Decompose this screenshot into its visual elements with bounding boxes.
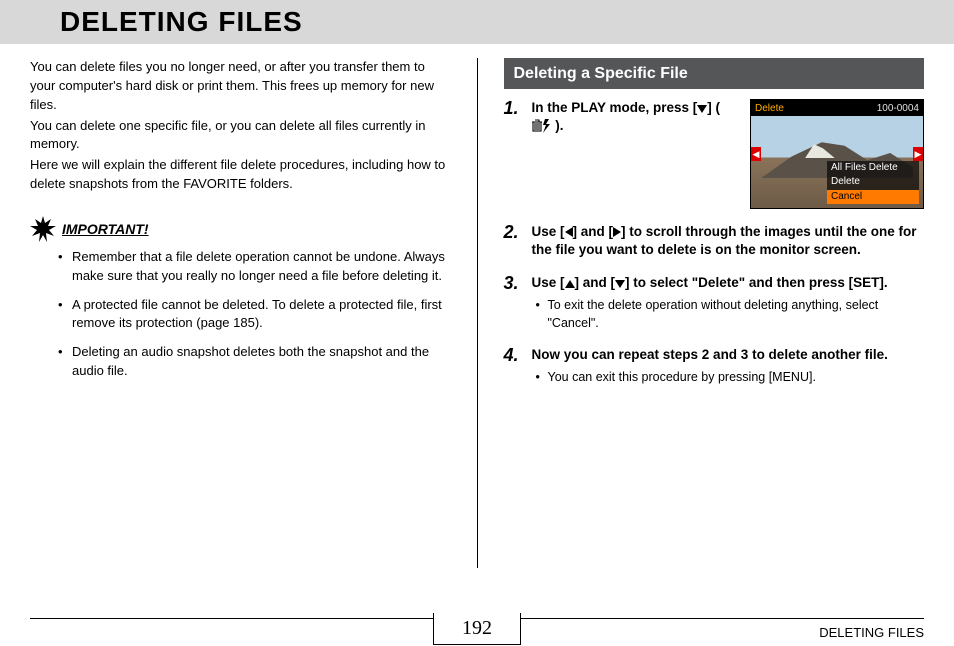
cam-menu-item-selected: Cancel bbox=[827, 190, 919, 205]
cam-prev-icon: ◀ bbox=[751, 147, 761, 161]
footer-label: DELETING FILES bbox=[819, 625, 924, 640]
important-item: A protected file cannot be deleted. To d… bbox=[58, 296, 451, 334]
step-3: 3. Use [] and [] to select "Delete" and … bbox=[504, 274, 925, 332]
up-triangle-icon bbox=[565, 280, 575, 288]
cam-file-index: 100-0004 bbox=[877, 102, 919, 117]
step2-instruction: Use [] and [] to scroll through the imag… bbox=[532, 223, 925, 259]
step-number: 2. bbox=[504, 223, 524, 259]
step-1: 1. In the PLAY mode, press [] ( ). Delet… bbox=[504, 99, 925, 209]
footer: 192 DELETING FILES bbox=[30, 618, 924, 640]
intro-text: You can delete files you no longer need,… bbox=[30, 58, 451, 194]
cam-delete-menu: All Files Delete Delete Cancel bbox=[827, 161, 919, 205]
important-label: IMPORTANT! bbox=[62, 219, 149, 239]
title-bar: DELETING FILES bbox=[0, 0, 954, 44]
cam-menu-item: Delete bbox=[827, 175, 919, 190]
page-title: DELETING FILES bbox=[20, 6, 934, 38]
down-triangle-icon bbox=[697, 105, 707, 113]
step-4: 4. Now you can repeat steps 2 and 3 to d… bbox=[504, 346, 925, 386]
section-heading: Deleting a Specific File bbox=[504, 58, 925, 89]
trash-lightning-icon bbox=[532, 118, 552, 133]
right-column: Deleting a Specific File 1. In the PLAY … bbox=[504, 58, 925, 568]
intro-p2: You can delete one specific file, or you… bbox=[30, 117, 451, 155]
step1-instruction: In the PLAY mode, press [] ( ). bbox=[532, 99, 735, 135]
step-number: 3. bbox=[504, 274, 524, 332]
left-column: You can delete files you no longer need,… bbox=[30, 58, 478, 568]
important-item: Remember that a file delete operation ca… bbox=[58, 248, 451, 286]
cam-menu-title: Delete bbox=[755, 102, 784, 117]
intro-p1: You can delete files you no longer need,… bbox=[30, 58, 451, 115]
step4-instruction: Now you can repeat steps 2 and 3 to dele… bbox=[532, 346, 925, 364]
step-number: 1. bbox=[504, 99, 524, 209]
step-number: 4. bbox=[504, 346, 524, 386]
page-number: 192 bbox=[433, 613, 521, 645]
step-2: 2. Use [] and [] to scroll through the i… bbox=[504, 223, 925, 259]
important-item: Deleting an audio snapshot deletes both … bbox=[58, 343, 451, 381]
down-triangle-icon bbox=[615, 280, 625, 288]
left-triangle-icon bbox=[565, 227, 573, 237]
step3-note: To exit the delete operation without del… bbox=[536, 296, 925, 332]
camera-screenshot: Delete 100-0004 ◀ ▶ All Files Delete bbox=[750, 99, 924, 209]
important-box: IMPORTANT! Remember that a file delete o… bbox=[30, 216, 451, 381]
step4-note: You can exit this procedure by pressing … bbox=[536, 368, 925, 386]
burst-icon bbox=[30, 216, 56, 242]
step3-instruction: Use [] and [] to select "Delete" and the… bbox=[532, 274, 925, 292]
important-list: Remember that a file delete operation ca… bbox=[30, 248, 451, 381]
right-triangle-icon bbox=[613, 227, 621, 237]
intro-p3: Here we will explain the different file … bbox=[30, 156, 451, 194]
cam-next-icon: ▶ bbox=[913, 147, 923, 161]
cam-menu-item: All Files Delete bbox=[827, 161, 919, 176]
